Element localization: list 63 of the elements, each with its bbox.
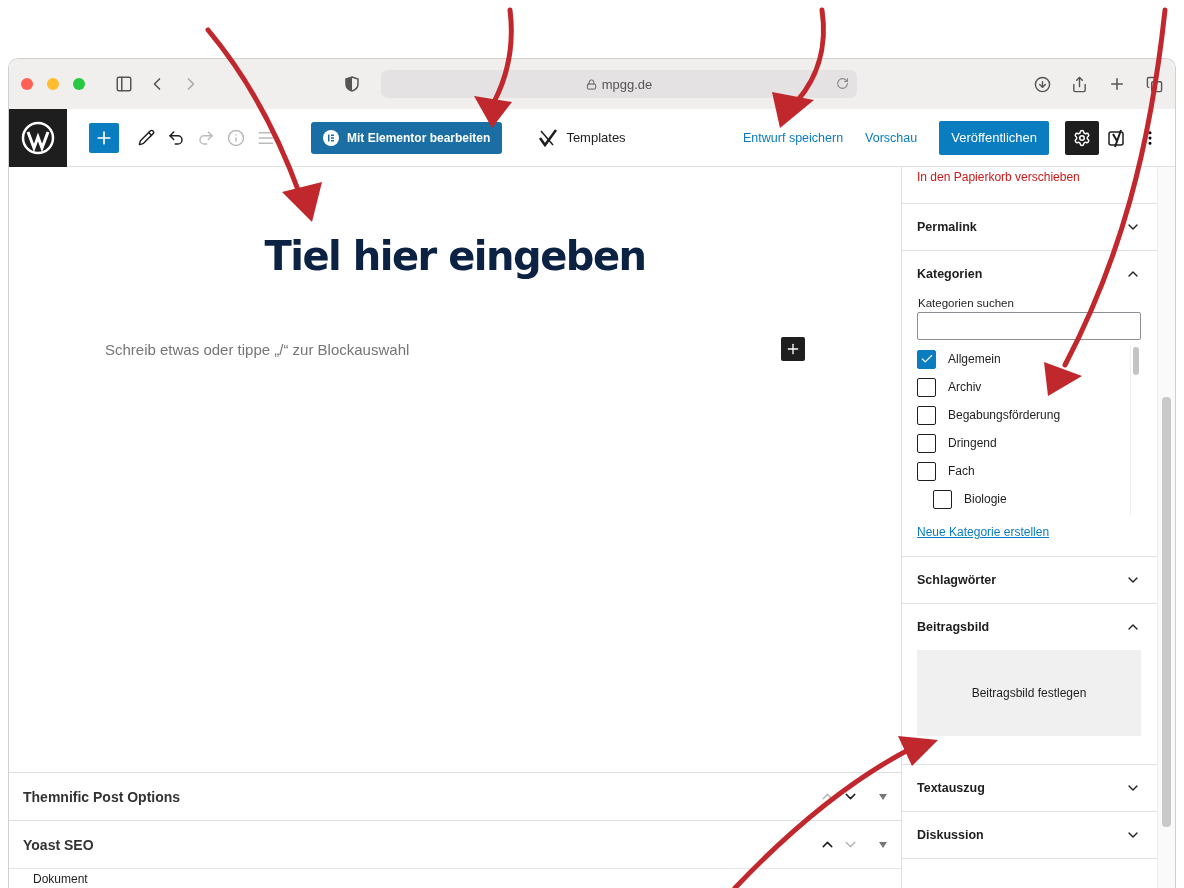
settings-icon — [1073, 128, 1091, 147]
add-block-button[interactable] — [781, 337, 805, 361]
checkmark-icon — [538, 127, 559, 148]
search-field[interactable] — [917, 312, 1141, 340]
save-draft-link[interactable]: Entwurf speichern — [743, 130, 844, 145]
scrollbar-thumb[interactable] — [1162, 397, 1171, 827]
checkbox[interactable] — [917, 405, 936, 425]
search-label: Kategorien suchen — [918, 297, 1015, 309]
redo-icon — [197, 128, 215, 147]
settings-button[interactable] — [1065, 120, 1099, 155]
elementor-icon — [323, 129, 339, 146]
toggle-icon[interactable] — [879, 841, 887, 848]
checkbox[interactable] — [933, 489, 952, 509]
panel-header[interactable]: Beitragsbild — [902, 604, 1157, 650]
add-category-link[interactable]: Neue Kategorie erstellen — [917, 525, 1050, 539]
preview-link[interactable]: Vorschau — [865, 130, 918, 145]
checkbox[interactable] — [917, 349, 936, 369]
panel-header[interactable]: Schlagwörter — [902, 557, 1157, 603]
info-icon — [227, 128, 245, 147]
undo-icon — [167, 128, 185, 147]
block-placeholder[interactable]: Schreib etwas oder tippe „/“ zur Blockauswahl — [105, 340, 410, 358]
publish-button[interactable]: Veröffentlichen — [939, 120, 1049, 155]
meta-box-title: Yoast SEO — [23, 836, 95, 853]
minimize-dot[interactable] — [47, 78, 59, 90]
address-bar[interactable]: mpgg.de — [381, 70, 857, 98]
templates-button[interactable]: Templates — [532, 126, 632, 149]
panel-header[interactable]: Kategorien — [902, 251, 1157, 297]
close-dot[interactable] — [21, 78, 33, 90]
toggle-icon[interactable] — [879, 793, 887, 800]
post-title[interactable]: Tiel hier eingeben — [264, 233, 646, 279]
set-image-button[interactable]: Beitragsbild festlegen — [917, 650, 1141, 736]
maximize-dot[interactable] — [73, 78, 85, 90]
checkbox[interactable] — [917, 377, 936, 397]
scrollbar-thumb[interactable] — [1133, 347, 1139, 375]
download-icon[interactable] — [1034, 75, 1051, 93]
breadcrumb[interactable]: Dokument — [33, 871, 88, 886]
checkbox[interactable] — [917, 433, 936, 453]
sidebar-icon[interactable] — [115, 75, 133, 93]
panel-header[interactable]: Diskussion — [902, 812, 1157, 858]
add-block-button[interactable] — [89, 122, 119, 153]
check-icon — [919, 352, 934, 366]
category-label: Archiv — [948, 380, 982, 394]
meta-box-header[interactable]: Themnific Post Options — [9, 772, 901, 820]
category-label: Allgemein — [948, 352, 1001, 366]
checkbox[interactable] — [917, 461, 936, 481]
meta-box-title: Themnific Post Options — [23, 788, 182, 805]
logo-tile[interactable] — [9, 108, 67, 167]
pencil-icon — [137, 129, 155, 146]
elementor-button[interactable]: Mit Elementor bearbeiten — [311, 121, 503, 154]
category-label: Dringend — [948, 436, 997, 450]
shield-icon[interactable] — [345, 76, 359, 92]
share-icon[interactable] — [1071, 75, 1088, 93]
trash-link[interactable]: In den Papierkorb verschieben — [917, 170, 1080, 184]
panel-header[interactable]: Permalink — [902, 204, 1157, 250]
yoast-icon[interactable] — [1107, 127, 1127, 148]
new-tab-icon[interactable] — [1108, 75, 1126, 93]
plus-icon — [785, 341, 801, 357]
meta-box-header[interactable]: Yoast SEO — [9, 820, 901, 868]
category-label: Begabungsförderung — [948, 408, 1061, 422]
tabs-icon[interactable] — [1146, 75, 1163, 93]
logo — [21, 120, 55, 155]
category-label: Biologie — [964, 492, 1007, 506]
category-label: Fach — [948, 464, 975, 478]
